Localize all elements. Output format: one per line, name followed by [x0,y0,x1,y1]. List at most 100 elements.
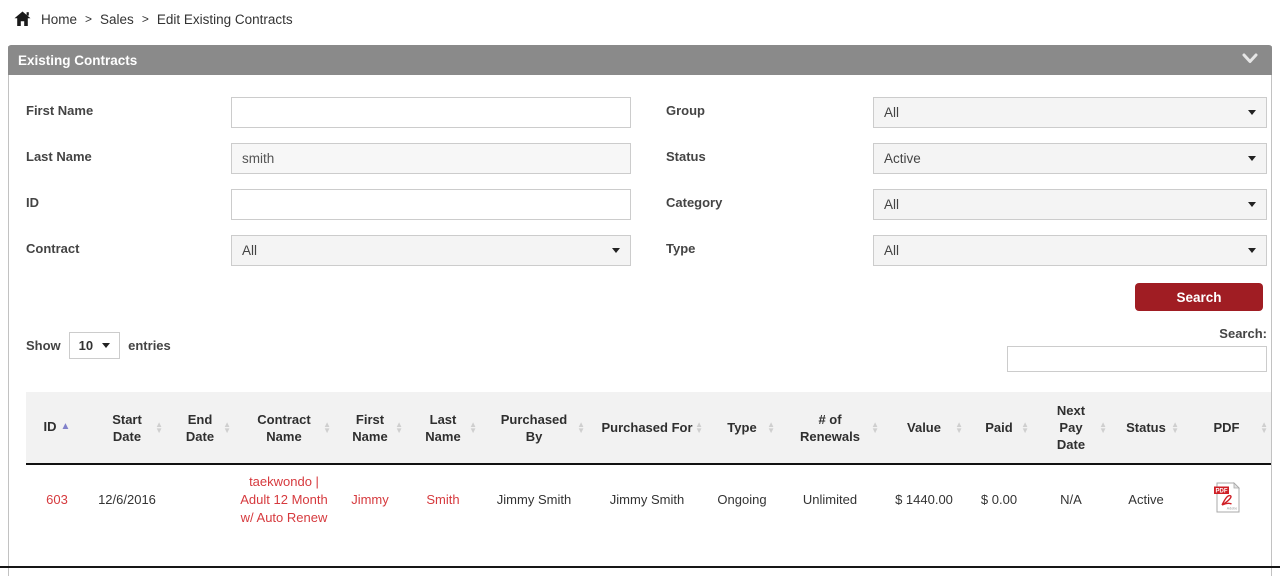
panel-header[interactable]: Existing Contracts [8,45,1272,75]
breadcrumb: Home > Sales > Edit Existing Contracts [0,0,1280,38]
contract-select-value: All [242,243,257,258]
sort-icon: ▲▼ [1171,422,1179,434]
column-header-next-pay-date[interactable]: Next Pay Date ▲▼ [1032,392,1110,464]
caret-down-icon [1248,248,1256,253]
column-header-last-name[interactable]: Last Name ▲▼ [406,392,480,464]
cell-purchased-for: Jimmy Smith [588,464,706,535]
column-header-first-name[interactable]: First Name ▲▼ [334,392,406,464]
last-name-label: Last Name [26,143,231,174]
cell-type: Ongoing [706,464,778,535]
panel-title: Existing Contracts [18,53,137,68]
caret-down-icon [612,248,620,253]
category-select-value: All [884,197,899,212]
cell-purchased-by: Jimmy Smith [480,464,588,535]
table-header-row: ID▲ Start Date ▲▼ End Date ▲▼ Contract N… [26,392,1271,464]
cell-id: 603 [26,464,88,535]
column-header-paid[interactable]: Paid ▲▼ [966,392,1032,464]
show-label: Show [26,338,61,353]
column-header-purchased-for[interactable]: Purchased For ▲▼ [588,392,706,464]
column-header-status[interactable]: Status ▲▼ [1110,392,1182,464]
existing-contracts-panel: Existing Contracts First Name Group All … [8,46,1272,576]
column-header-renewals[interactable]: # of Renewals ▲▼ [778,392,882,464]
column-header-type[interactable]: Type ▲▼ [706,392,778,464]
id-label: ID [26,189,231,220]
sort-icon: ▲▼ [323,422,331,434]
cell-next-pay-date: N/A [1032,464,1110,535]
sort-icon: ▲▼ [1099,422,1107,434]
last-name-input[interactable] [231,143,631,174]
breadcrumb-home[interactable]: Home [41,12,77,27]
status-label: Status [666,143,873,174]
caret-down-icon [102,343,110,348]
column-header-pdf[interactable]: PDF ▲▼ [1182,392,1271,464]
table-search-input[interactable] [1007,346,1267,372]
sort-icon: ▲▼ [871,422,879,434]
cell-status: Active [1110,464,1182,535]
home-icon[interactable] [14,11,31,27]
sort-icon: ▲▼ [155,422,163,434]
table-controls: Show 10 entries Search: [9,311,1271,372]
table-row: 603 12/6/2016 taekwondo | Adult 12 Month… [26,464,1271,535]
contracts-table: ID▲ Start Date ▲▼ End Date ▲▼ Contract N… [26,392,1271,535]
column-header-start-date[interactable]: Start Date ▲▼ [88,392,166,464]
breadcrumb-separator: > [142,12,149,26]
type-select[interactable]: All [873,235,1267,266]
sort-icon: ▲▼ [395,422,403,434]
first-name-input[interactable] [231,97,631,128]
column-header-contract-name[interactable]: Contract Name ▲▼ [234,392,334,464]
contract-id-link[interactable]: 603 [46,492,68,507]
cell-value: $ 1440.00 [882,464,966,535]
status-select[interactable]: Active [873,143,1267,174]
id-input[interactable] [231,189,631,220]
caret-down-icon [1248,202,1256,207]
column-header-purchased-by[interactable]: Purchased By ▲▼ [480,392,588,464]
svg-text:Adobe: Adobe [1227,507,1237,511]
type-select-value: All [884,243,899,258]
sort-icon: ▲▼ [767,422,775,434]
sort-icon: ▲▼ [1021,422,1029,434]
first-name-link[interactable]: Jimmy [351,492,389,507]
search-button[interactable]: Search [1135,283,1263,311]
cell-renewals: Unlimited [778,464,882,535]
group-label: Group [666,97,873,128]
cell-end-date [166,464,234,535]
breadcrumb-separator: > [85,12,92,26]
cell-start-date: 12/6/2016 [88,464,166,535]
svg-text:PDF: PDF [1216,489,1228,495]
column-header-value[interactable]: Value ▲▼ [882,392,966,464]
table-search-label: Search: [1219,326,1267,341]
column-header-id[interactable]: ID▲ [26,392,88,464]
cell-last-name: Smith [406,464,480,535]
page-size-value: 10 [79,338,93,353]
pdf-file-icon[interactable]: PDF Adobe [1213,482,1240,518]
cell-contract-name: taekwondo | Adult 12 Month w/ Auto Renew [234,464,334,535]
sort-icon: ▲▼ [223,422,231,434]
caret-down-icon [1248,156,1256,161]
contract-label: Contract [26,235,231,266]
sort-icon: ▲▼ [1260,422,1268,434]
breadcrumb-sales[interactable]: Sales [100,12,134,27]
sort-icon: ▲▼ [695,422,703,434]
sort-icon: ▲▼ [469,422,477,434]
category-select[interactable]: All [873,189,1267,220]
first-name-label: First Name [26,97,231,128]
sort-icon: ▲▼ [577,422,585,434]
breadcrumb-current-page: Edit Existing Contracts [157,12,293,27]
category-label: Category [666,189,873,220]
contract-name-link[interactable]: taekwondo | Adult 12 Month w/ Auto Renew [240,474,327,525]
group-select[interactable]: All [873,97,1267,128]
contract-select[interactable]: All [231,235,631,266]
column-header-end-date[interactable]: End Date ▲▼ [166,392,234,464]
last-name-link[interactable]: Smith [426,492,459,507]
cell-pdf: PDF Adobe [1182,464,1271,535]
sort-asc-icon: ▲ [61,421,71,432]
chevron-down-icon[interactable] [1242,51,1258,69]
type-label: Type [666,235,873,266]
group-select-value: All [884,105,899,120]
filter-form: First Name Group All Last Name Status [9,75,1271,311]
cell-first-name: Jimmy [334,464,406,535]
status-select-value: Active [884,151,921,166]
cell-paid: $ 0.00 [966,464,1032,535]
page-size-select[interactable]: 10 [69,332,120,359]
entries-label: entries [128,338,171,353]
